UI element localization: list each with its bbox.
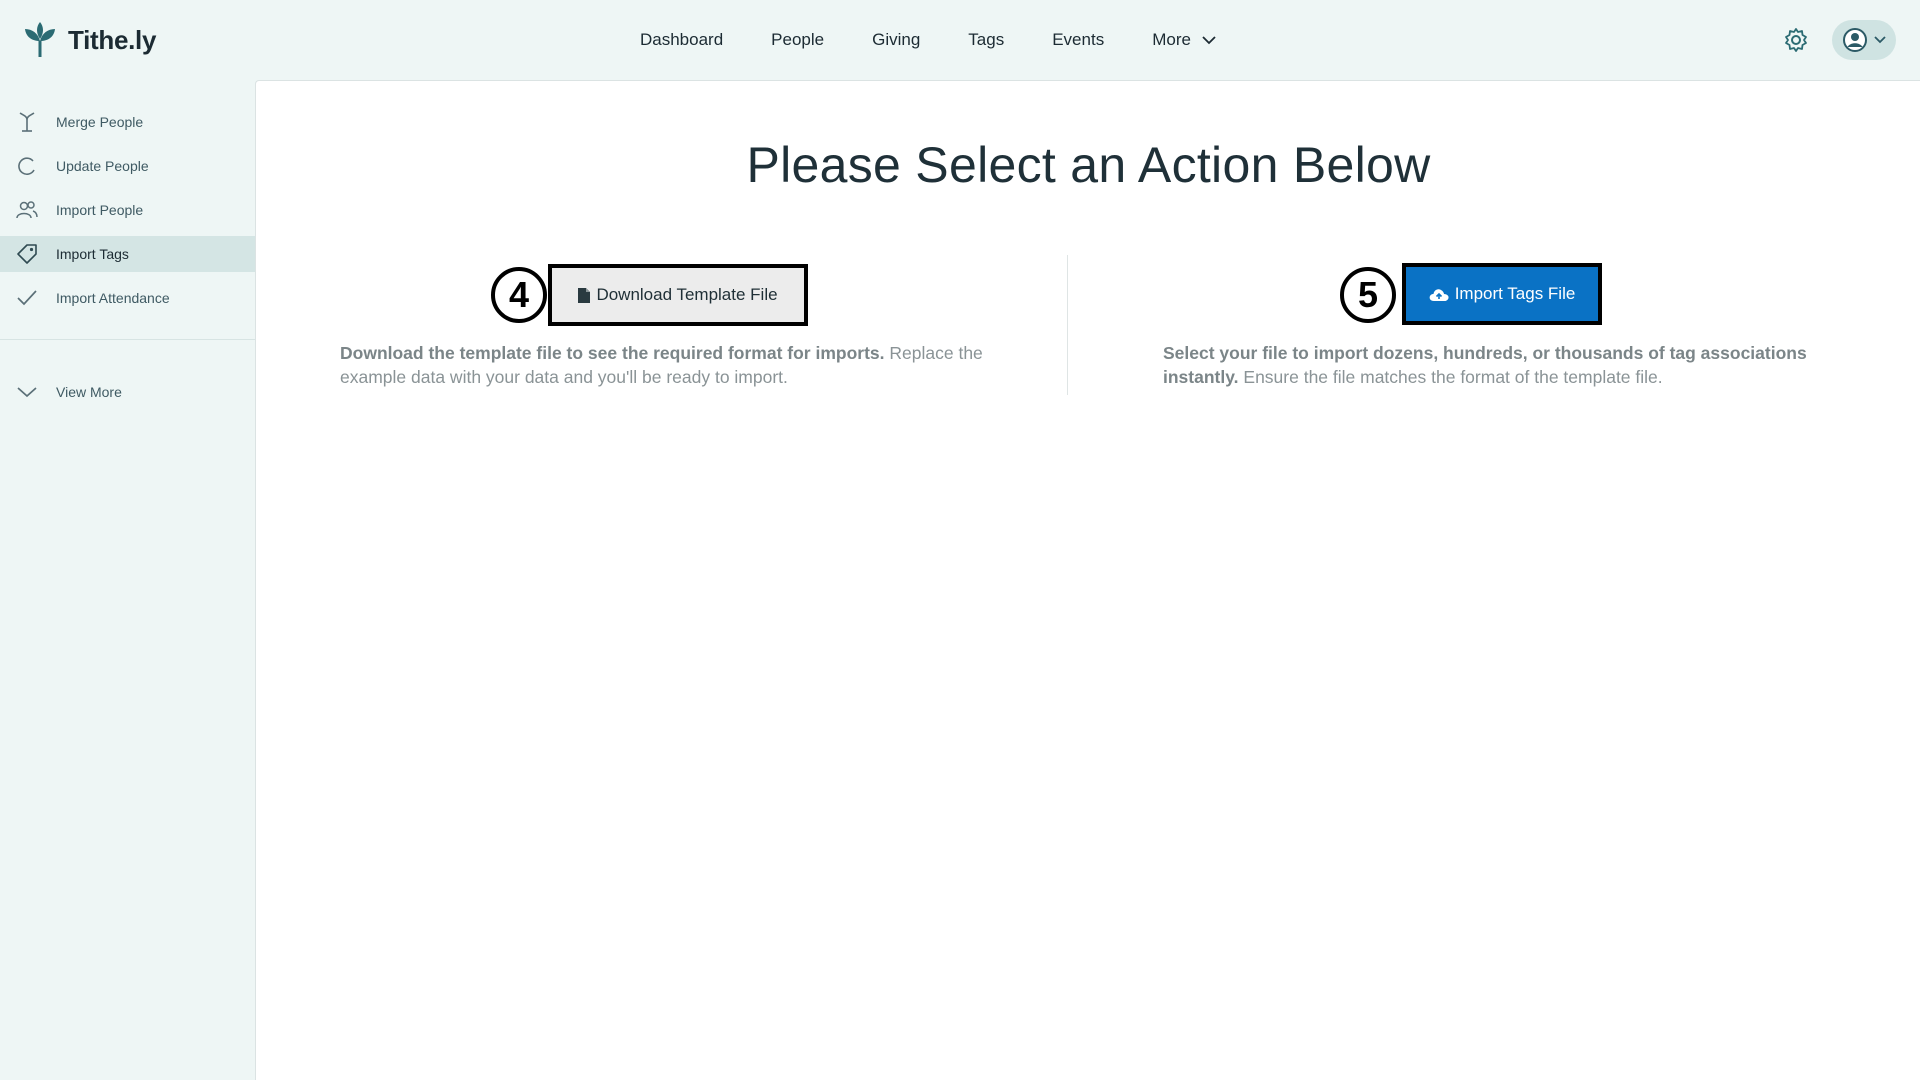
step-marker-4: 4 [491,267,547,323]
download-template-button[interactable]: Download Template File [548,264,808,326]
column-divider [1067,255,1068,395]
sidebar-item-import-people[interactable]: Import People [0,192,255,228]
sidebar-item-import-tags[interactable]: Import Tags [0,236,255,272]
nav-giving[interactable]: Giving [872,30,920,50]
step-marker-5: 5 [1340,267,1396,323]
sidebar-divider [0,339,255,340]
user-menu-button[interactable] [1832,20,1896,60]
step-number: 5 [1357,274,1379,315]
nav-events[interactable]: Events [1052,30,1104,50]
cloud-upload-icon [1429,288,1449,301]
page-title: Please Select an Action Below [746,137,1431,193]
step-number: 4 [508,274,530,315]
top-bar: Tithe.ly Dashboard People Giving Tags Ev… [0,0,1920,80]
view-more-label: View More [56,384,122,400]
nav-dashboard[interactable]: Dashboard [640,30,723,50]
main-nav: Dashboard People Giving Tags Events More [640,0,1217,80]
settings-button[interactable] [1782,26,1810,54]
top-right-controls [1782,20,1896,60]
chevron-down-icon [1874,36,1886,44]
nav-more-label: More [1152,30,1191,49]
import-tags-file-label: Import Tags File [1454,284,1576,303]
sidebar-item-label: Merge People [56,114,144,130]
sidebar-item-label: Import People [56,202,144,218]
download-template-label: Download Template File [596,285,778,304]
chevron-down-icon [1202,36,1216,45]
file-icon [578,287,591,303]
nav-tags[interactable]: Tags [968,30,1004,50]
import-description-rest: Ensure the file matches the format of th… [1238,367,1663,387]
sidebar-item-label: Update People [56,158,149,174]
sidebar: Merge People Update People Import People… [0,80,255,1080]
gear-icon [1785,28,1807,52]
sidebar-item-import-attendance[interactable]: Import Attendance [0,280,255,316]
merge-icon [19,112,35,132]
nav-people[interactable]: People [771,30,824,50]
avatar-icon [1843,28,1867,52]
leaf-logo-icon [25,22,55,57]
download-description: Download the template file to see the re… [340,341,1020,389]
nav-more[interactable]: More [1152,30,1217,50]
import-description: Select your file to import dozens, hundr… [1163,341,1863,389]
check-icon [17,290,37,306]
refresh-icon [18,157,35,176]
chevron-down-icon [17,387,37,398]
sidebar-item-label: Import Attendance [56,290,170,306]
main-panel: Please Select an Action Below 4 Download… [255,80,1920,1080]
sidebar-view-more[interactable]: View More [0,374,255,410]
logo-text: Tithe.ly [68,24,157,55]
tag-icon [17,244,37,264]
import-tags-file-button[interactable]: Import Tags File [1402,263,1602,325]
download-description-bold: Download the template file to see the re… [340,343,885,363]
sidebar-item-update-people[interactable]: Update People [0,148,255,184]
sidebar-item-label: Import Tags [56,246,129,262]
sidebar-item-merge-people[interactable]: Merge People [0,104,255,140]
people-icon [16,201,38,219]
logo[interactable]: Tithe.ly [22,20,156,60]
